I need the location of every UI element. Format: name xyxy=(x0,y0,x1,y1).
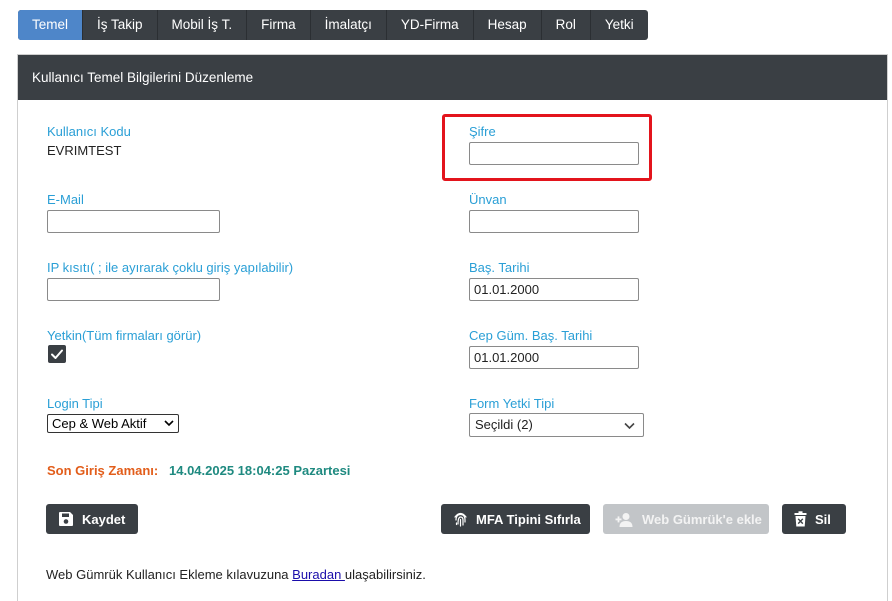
panel-title: Kullanıcı Temel Bilgilerini Düzenleme xyxy=(18,55,887,100)
add-user-icon xyxy=(615,512,633,527)
tab-bar: Temel İş Takip Mobil İş T. Firma İmalatç… xyxy=(18,10,648,40)
save-button[interactable]: Kaydet xyxy=(46,504,138,534)
tab-imalatci[interactable]: İmalatçı xyxy=(311,10,387,40)
tab-yd-firma[interactable]: YD-Firma xyxy=(387,10,474,40)
title-field[interactable] xyxy=(469,210,639,233)
trash-icon xyxy=(794,511,807,527)
reset-mfa-button-label: MFA Tipini Sıfırla xyxy=(476,511,581,527)
tab-is-takip[interactable]: İş Takip xyxy=(83,10,158,40)
mobile-customs-start-label: Cep Güm. Baş. Tarihi xyxy=(469,328,593,343)
add-web-customs-button[interactable]: Web Gümrük'e ekle xyxy=(603,504,769,534)
authority-checkbox[interactable] xyxy=(48,345,66,363)
user-code-label: Kullanıcı Kodu xyxy=(47,124,131,139)
chevron-down-icon xyxy=(624,422,635,430)
form-auth-type-select[interactable]: Seçildi (2) xyxy=(469,413,644,437)
add-web-customs-button-label: Web Gümrük'e ekle xyxy=(642,511,762,527)
tab-yetki[interactable]: Yetki xyxy=(591,10,648,40)
form-auth-type-label: Form Yetki Tipi xyxy=(469,396,555,411)
last-login-value: 14.04.2025 18:04:25 Pazartesi xyxy=(169,463,351,478)
save-button-label: Kaydet xyxy=(82,511,126,527)
start-date-field[interactable] xyxy=(469,278,639,301)
email-field[interactable] xyxy=(47,210,220,233)
fingerprint-icon xyxy=(454,512,467,527)
guide-text-prefix: Web Gümrük Kullanıcı Ekleme kılavuzuna xyxy=(46,567,293,582)
login-type-select[interactable]: Cep & Web Aktif xyxy=(47,414,179,433)
tab-rol[interactable]: Rol xyxy=(542,10,591,40)
delete-button[interactable]: Sil xyxy=(782,504,846,534)
mobile-customs-start-field[interactable] xyxy=(469,346,639,369)
tab-temel[interactable]: Temel xyxy=(18,10,84,40)
email-label: E-Mail xyxy=(47,192,84,207)
authority-label: Yetkin(Tüm firmaları görür) xyxy=(47,328,202,343)
floppy-disk-icon xyxy=(59,512,73,526)
guide-link[interactable]: Buradan xyxy=(292,567,345,582)
ip-restriction-label: IP kısıtı( ; ile ayırarak çoklu giriş ya… xyxy=(47,260,294,275)
checkmark-icon xyxy=(51,349,63,359)
start-date-label: Baş. Tarihi xyxy=(469,260,530,275)
tab-mobil-is-takip[interactable]: Mobil İş T. xyxy=(158,10,248,40)
login-type-label: Login Tipi xyxy=(47,396,103,411)
title-label: Ünvan xyxy=(469,192,507,207)
login-type-value: Cep & Web Aktif xyxy=(52,416,147,431)
delete-button-label: Sil xyxy=(815,511,831,527)
form-auth-type-value: Seçildi (2) xyxy=(475,417,533,432)
tab-hesap[interactable]: Hesap xyxy=(474,10,542,40)
reset-mfa-button[interactable]: MFA Tipini Sıfırla xyxy=(441,504,590,534)
chevron-down-icon xyxy=(164,420,174,427)
user-code-value: EVRIMTEST xyxy=(47,143,122,158)
guide-text-suffix: ulaşabilirsiniz. xyxy=(344,567,426,582)
password-highlight-box xyxy=(442,114,652,181)
guide-text: Web Gümrük Kullanıcı Ekleme kılavuzuna B… xyxy=(46,567,426,582)
tab-firma[interactable]: Firma xyxy=(247,10,311,40)
last-login-label: Son Giriş Zamanı: xyxy=(47,463,159,478)
ip-restriction-field[interactable] xyxy=(47,278,220,301)
